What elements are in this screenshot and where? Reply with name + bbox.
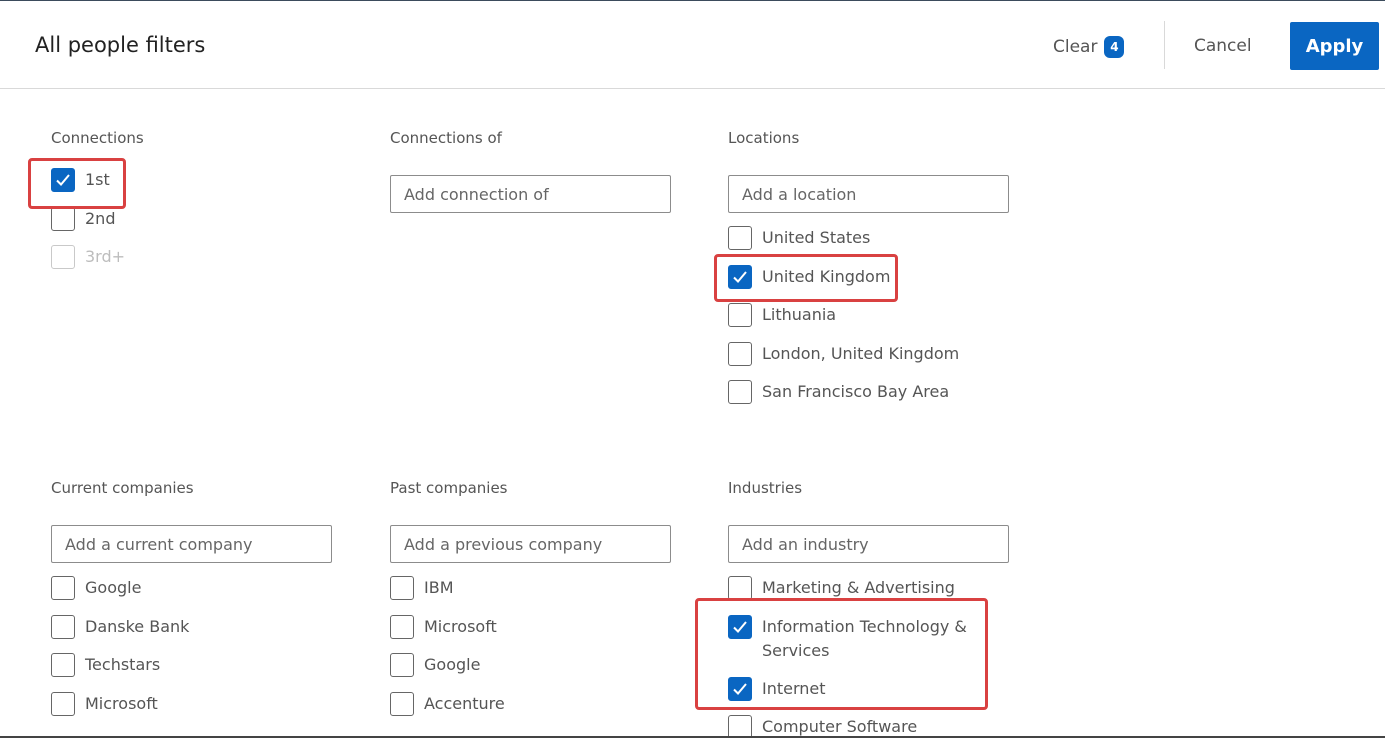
option-industry-marketing[interactable]: Marketing & Advertising xyxy=(728,569,1028,608)
industries-options: Marketing & Advertising Information Tech… xyxy=(728,569,1028,738)
checkbox[interactable] xyxy=(51,691,75,716)
checkbox[interactable] xyxy=(728,676,752,701)
option-label: Danske Bank xyxy=(85,616,190,636)
section-label-past-companies: Past companies xyxy=(390,479,508,497)
section-connections: Connections 1st 2nd 3rd+ xyxy=(51,129,351,277)
location-input[interactable]: Add a location xyxy=(728,175,1009,213)
option-current-company-google[interactable]: Google xyxy=(51,569,351,608)
option-industry-it-services[interactable]: Information Technology & Services xyxy=(728,608,1028,670)
option-label: IBM xyxy=(424,578,454,598)
checkbox[interactable] xyxy=(728,341,752,366)
option-label: United Kingdom xyxy=(762,266,891,286)
option-label: United States xyxy=(762,228,871,248)
section-locations: Locations Add a location United States U… xyxy=(728,129,1028,412)
check-icon xyxy=(733,620,747,633)
check-icon xyxy=(733,271,747,283)
option-label: San Francisco Bay Area xyxy=(762,382,950,402)
section-connections-of: Connections of Add connection of xyxy=(390,129,690,213)
checkbox[interactable] xyxy=(728,303,752,328)
option-connections-2nd[interactable]: 2nd xyxy=(51,200,351,239)
option-label: 1st xyxy=(85,170,110,190)
option-connections-3rd: 3rd+ xyxy=(51,238,351,277)
checkbox[interactable] xyxy=(51,614,75,639)
option-label: Lithuania xyxy=(762,305,837,325)
option-location-united-kingdom[interactable]: United Kingdom xyxy=(728,258,1028,297)
option-label: Computer Software xyxy=(762,717,918,737)
checkbox[interactable] xyxy=(390,691,414,716)
section-past-companies: Past companies Add a previous company IB… xyxy=(390,479,690,723)
checkbox[interactable] xyxy=(51,168,75,193)
option-past-company-ibm[interactable]: IBM xyxy=(390,569,690,608)
past-company-input[interactable]: Add a previous company xyxy=(390,525,671,563)
option-location-lithuania[interactable]: Lithuania xyxy=(728,296,1028,335)
current-companies-options: Google Danske Bank Techstars Microsoft xyxy=(51,569,351,723)
clear-count-badge: 4 xyxy=(1104,36,1125,58)
checkbox-disabled xyxy=(51,245,75,270)
option-location-united-states[interactable]: United States xyxy=(728,219,1028,258)
option-label: Information Technology & Services xyxy=(762,616,967,660)
section-current-companies: Current companies Add a current company … xyxy=(51,479,351,723)
section-label-connections-of: Connections of xyxy=(390,129,502,147)
option-label: Accenture xyxy=(424,693,505,713)
option-industry-internet[interactable]: Internet xyxy=(728,670,1028,709)
option-label: Microsoft xyxy=(85,693,158,713)
option-label: Marketing & Advertising xyxy=(762,578,955,598)
page-title: All people filters xyxy=(35,33,206,57)
checkbox[interactable] xyxy=(390,576,414,601)
past-companies-options: IBM Microsoft Google Accenture xyxy=(390,569,690,723)
connections-of-input[interactable]: Add connection of xyxy=(390,175,671,213)
option-current-company-techstars[interactable]: Techstars xyxy=(51,646,351,685)
checkbox[interactable] xyxy=(728,715,752,738)
option-past-company-microsoft[interactable]: Microsoft xyxy=(390,608,690,647)
clear-button[interactable]: Clear 4 xyxy=(1053,33,1125,61)
checkbox[interactable] xyxy=(51,206,75,231)
checkbox[interactable] xyxy=(728,264,752,289)
connections-options: 1st 2nd 3rd+ xyxy=(51,161,351,277)
cancel-button[interactable]: Cancel xyxy=(1194,36,1252,56)
checkbox[interactable] xyxy=(728,614,752,639)
option-current-company-danske-bank[interactable]: Danske Bank xyxy=(51,608,351,647)
header-divider xyxy=(1164,21,1165,69)
option-label: London, United Kingdom xyxy=(762,343,960,363)
section-industries: Industries Add an industry Marketing & A… xyxy=(728,479,1028,738)
checkbox[interactable] xyxy=(728,380,752,405)
section-label-current-companies: Current companies xyxy=(51,479,194,497)
checkbox[interactable] xyxy=(51,576,75,601)
apply-button[interactable]: Apply xyxy=(1290,22,1379,70)
option-label: Microsoft xyxy=(424,616,497,636)
option-past-company-accenture[interactable]: Accenture xyxy=(390,685,690,724)
industry-input[interactable]: Add an industry xyxy=(728,525,1009,563)
locations-options: United States United Kingdom Lithuania L… xyxy=(728,219,1028,412)
current-company-input[interactable]: Add a current company xyxy=(51,525,332,563)
option-label: Google xyxy=(85,578,142,598)
checkbox[interactable] xyxy=(390,614,414,639)
check-icon xyxy=(733,683,747,695)
filters-header: All people filters Clear 4 Cancel Apply xyxy=(0,1,1385,89)
option-label: Internet xyxy=(762,678,826,698)
section-label-locations: Locations xyxy=(728,129,800,147)
option-past-company-google[interactable]: Google xyxy=(390,646,690,685)
option-connections-1st[interactable]: 1st xyxy=(51,161,351,200)
section-label-connections: Connections xyxy=(51,129,144,147)
clear-label: Clear xyxy=(1053,37,1098,57)
checkbox[interactable] xyxy=(51,653,75,678)
option-current-company-microsoft[interactable]: Microsoft xyxy=(51,685,351,724)
checkbox[interactable] xyxy=(728,576,752,601)
option-industry-computer-software[interactable]: Computer Software xyxy=(728,708,1028,738)
option-label: Techstars xyxy=(85,655,161,675)
checkbox[interactable] xyxy=(728,226,752,251)
option-label: 3rd+ xyxy=(85,247,126,267)
check-icon xyxy=(56,174,70,187)
option-label: 2nd xyxy=(85,208,116,228)
option-location-london[interactable]: London, United Kingdom xyxy=(728,335,1028,374)
checkbox[interactable] xyxy=(390,653,414,678)
section-label-industries: Industries xyxy=(728,479,803,497)
option-label: Google xyxy=(424,655,481,675)
option-location-san-francisco[interactable]: San Francisco Bay Area xyxy=(728,373,1028,412)
